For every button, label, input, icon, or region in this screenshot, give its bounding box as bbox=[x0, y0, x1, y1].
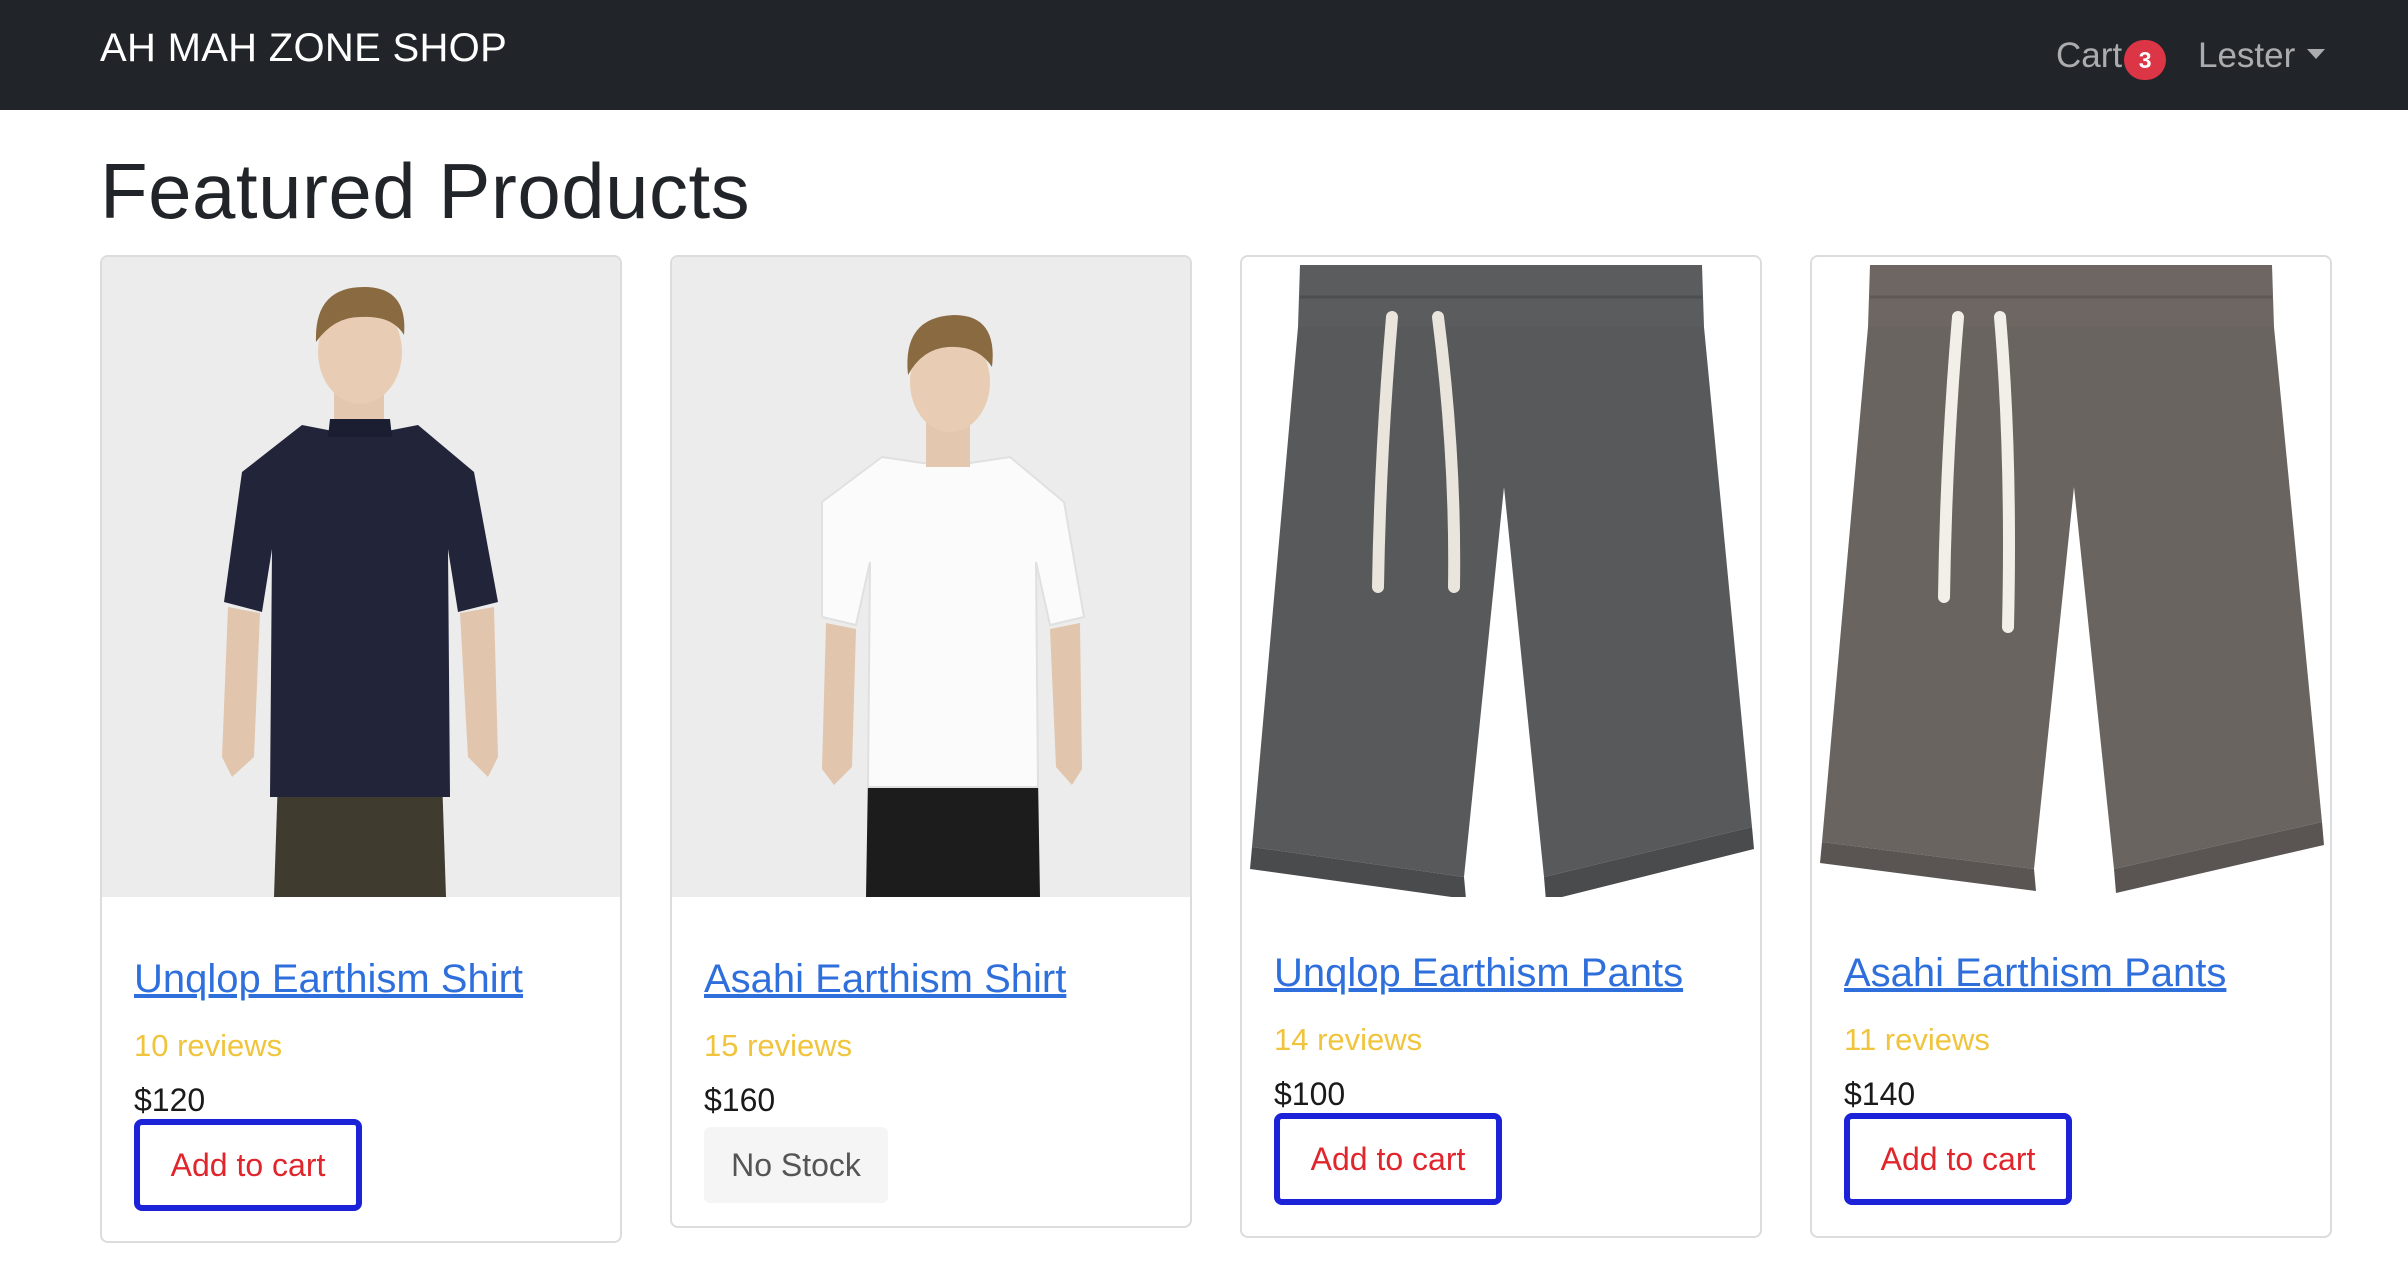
product-reviews: 14 reviews bbox=[1274, 1022, 1423, 1057]
product-reviews: 10 reviews bbox=[134, 1028, 283, 1063]
top-navbar: AH MAH ZONE SHOP Cart 3 Lester bbox=[0, 0, 2408, 110]
product-card-body: Asahi Earthism Pants 11 reviews $140 Add… bbox=[1844, 951, 2298, 1236]
cart-count-badge: 3 bbox=[2124, 40, 2167, 80]
brand-logo[interactable]: AH MAH ZONE SHOP bbox=[100, 26, 507, 71]
product-title-link[interactable]: Asahi Earthism Shirt bbox=[704, 957, 1158, 1002]
product-card: Asahi Earthism Shirt 15 reviews $160 No … bbox=[670, 255, 1192, 1228]
add-to-cart-button[interactable]: Add to cart bbox=[134, 1119, 362, 1211]
add-to-cart-button[interactable]: Add to cart bbox=[1844, 1113, 2072, 1205]
product-price: $140 bbox=[1844, 1076, 1916, 1112]
product-image[interactable] bbox=[102, 257, 620, 897]
product-title-link[interactable]: Asahi Earthism Pants bbox=[1844, 951, 2298, 996]
product-title-link[interactable]: Unqlop Earthism Pants bbox=[1274, 951, 1728, 996]
product-card-body: Unqlop Earthism Shirt 10 reviews $120 Ad… bbox=[134, 957, 588, 1241]
add-to-cart-button[interactable]: Add to cart bbox=[1274, 1113, 1502, 1205]
navy-tshirt-model-photo-icon bbox=[102, 257, 620, 897]
product-title-link[interactable]: Unqlop Earthism Shirt bbox=[134, 957, 588, 1002]
user-menu-dropdown[interactable]: Lester bbox=[2198, 32, 2326, 80]
cart-link[interactable]: Cart 3 bbox=[2056, 32, 2167, 80]
product-reviews: 11 reviews bbox=[1844, 1022, 1990, 1057]
product-card: Unqlop Earthism Shirt 10 reviews $120 Ad… bbox=[100, 255, 622, 1243]
product-image[interactable] bbox=[672, 257, 1190, 897]
cart-label: Cart bbox=[2056, 36, 2123, 75]
user-name: Lester bbox=[2198, 36, 2296, 75]
product-card: Unqlop Earthism Pants 14 reviews $100 Ad… bbox=[1240, 255, 1762, 1238]
dark-grey-shorts-photo-icon bbox=[1242, 257, 1760, 897]
product-card: Asahi Earthism Pants 11 reviews $140 Add… bbox=[1810, 255, 2332, 1238]
product-reviews: 15 reviews bbox=[704, 1028, 853, 1063]
no-stock-button: No Stock bbox=[704, 1127, 888, 1203]
product-price: $160 bbox=[704, 1082, 776, 1118]
brown-grey-shorts-photo-icon bbox=[1812, 257, 2330, 897]
caret-down-icon bbox=[2307, 49, 2326, 59]
product-card-body: Unqlop Earthism Pants 14 reviews $100 Ad… bbox=[1274, 951, 1728, 1236]
page-title: Featured Products bbox=[100, 147, 751, 235]
product-image[interactable] bbox=[1812, 257, 2330, 897]
product-card-body: Asahi Earthism Shirt 15 reviews $160 No … bbox=[704, 957, 1158, 1226]
product-price: $120 bbox=[134, 1082, 206, 1118]
product-price: $100 bbox=[1274, 1076, 1346, 1112]
white-tshirt-model-photo-icon bbox=[672, 257, 1190, 897]
product-image[interactable] bbox=[1242, 257, 1760, 897]
